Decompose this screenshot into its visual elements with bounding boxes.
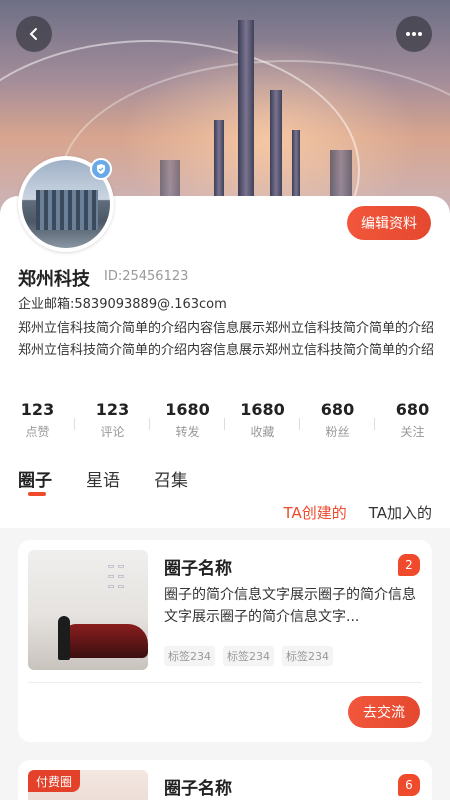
stat-favorites[interactable]: 1680 收藏 [225,400,300,444]
tag[interactable]: 标签234 [282,646,333,666]
circle-title: 圈子名称 [164,559,232,579]
banner-tower [292,130,300,200]
company-email: 企业邮箱:5839093889@.163com [18,297,227,312]
banner-tower [238,20,254,200]
stat-value: 123 [20,400,55,419]
banner-tower [270,90,282,200]
stat-shares[interactable]: 1680 转发 [150,400,225,444]
stat-comments[interactable]: 123 评论 [75,400,150,444]
member-count-badge: 2 [398,554,420,576]
subtab-joined[interactable]: TA加入的 [369,502,432,523]
stat-value: 123 [95,400,130,419]
stat-label: 关注 [400,425,425,439]
sub-tabs: TA创建的 TA加入的 [283,502,432,523]
stat-value: 1680 [240,400,285,419]
building-image [36,190,98,230]
tab-gatherings[interactable]: 召集 [154,466,188,491]
stat-label: 转发 [175,425,200,439]
stat-followers[interactable]: 680 粉丝 [300,400,375,444]
banner-tower [330,150,352,200]
banner-tower [160,160,180,200]
person-image [58,616,70,660]
stat-label: 评论 [100,425,125,439]
chevron-left-icon [29,28,37,40]
stat-value: 1680 [165,400,210,419]
user-id: ID:25456123 [104,269,189,284]
circle-card[interactable]: 付费圈 圈子名称 6 [18,760,432,800]
tag[interactable]: 标签234 [223,646,274,666]
card-divider [28,682,422,683]
member-count-badge: 6 [398,774,420,796]
thumbnail-decoration: ▭ ▭ ▭ ▭ ▭ ▭ [107,562,125,591]
company-name: 郑州科技 [18,269,90,290]
content-tabs: 圈子 星语 召集 [18,466,188,496]
car-image [62,624,148,658]
paid-circle-badge: 付费圈 [28,770,80,792]
more-button[interactable] [396,16,432,52]
tab-star-words[interactable]: 星语 [86,466,120,491]
stats-row: 123 点赞 123 评论 1680 转发 1680 收藏 680 粉丝 680… [0,400,450,444]
circle-title: 圈子名称 [164,779,232,799]
tab-circles[interactable]: 圈子 [18,466,52,496]
circle-card[interactable]: ▭ ▭ ▭ ▭ ▭ ▭ 圈子名称 2 圈子的简介信息文字展示圈子的简介信息文字展示… [18,540,432,742]
verified-shield-icon [90,158,112,180]
stat-label: 收藏 [250,425,275,439]
banner-tower [214,120,224,200]
tag-list: 标签234 标签234 标签234 [164,646,333,666]
stat-following[interactable]: 680 关注 [375,400,450,444]
stat-likes[interactable]: 123 点赞 [0,400,75,444]
stat-label: 点赞 [25,425,50,439]
subtab-created[interactable]: TA创建的 [283,502,346,523]
circle-thumbnail: ▭ ▭ ▭ ▭ ▭ ▭ [28,550,148,670]
stat-label: 粉丝 [325,425,350,439]
edit-profile-button[interactable]: 编辑资料 [347,206,431,240]
back-button[interactable] [16,16,52,52]
stat-value: 680 [320,400,355,419]
go-chat-button[interactable]: 去交流 [348,696,420,728]
tag[interactable]: 标签234 [164,646,215,666]
stat-value: 680 [395,400,430,419]
company-description: 郑州立信科技简介简单的介绍内容信息展示郑州立信科技简介简单的介绍郑州立信科技简介… [18,321,435,358]
more-dots-icon [406,32,422,36]
circle-description: 圈子的简介信息文字展示圈子的简介信息文字展示圈子的简介信息文字... [164,587,416,625]
